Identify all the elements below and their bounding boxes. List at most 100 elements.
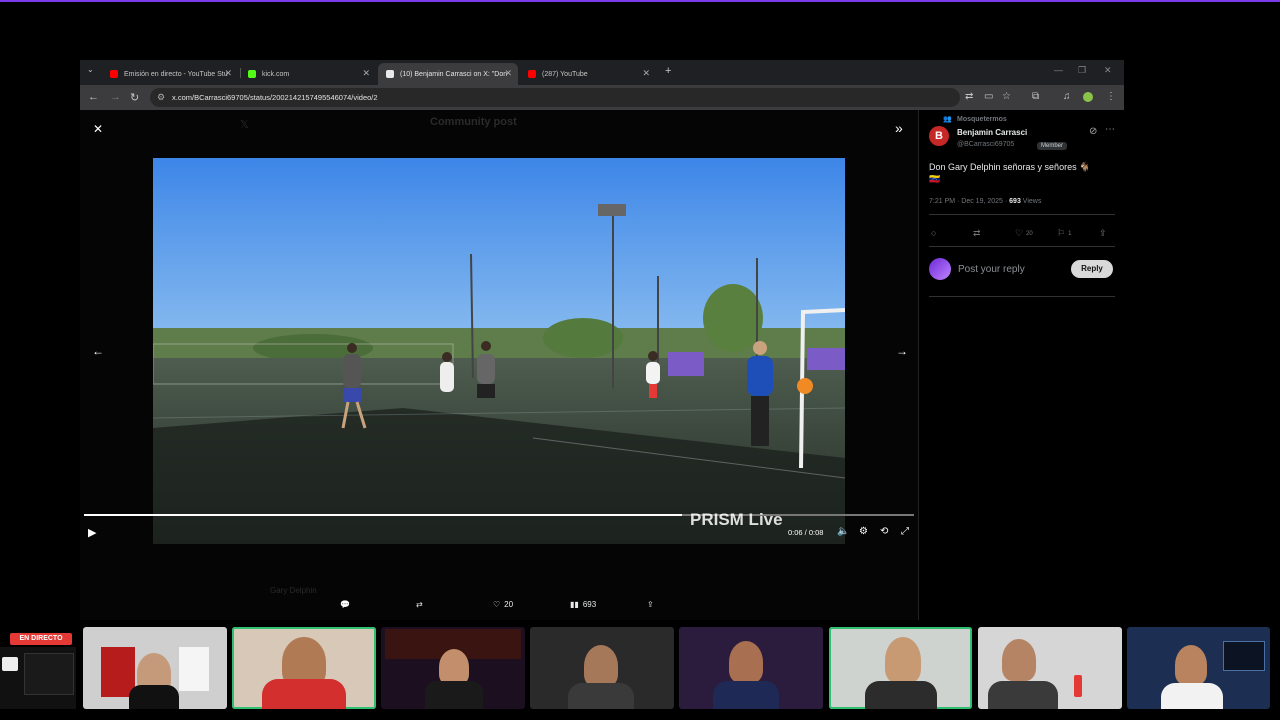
stream-preview-thumbnail [0,647,76,709]
volume-icon[interactable]: 🔈 [837,526,849,537]
close-icon[interactable]: ✕ [504,68,512,79]
share-action[interactable]: ⇪ [647,600,654,609]
ghost-commenter: Gary Delphin [270,586,317,595]
webcam-tile [978,627,1122,709]
tab-title: (287) YouTube [542,70,588,78]
community-icon: 👥 [943,116,952,123]
more-icon[interactable]: ⋯ [1105,124,1115,135]
like-action[interactable]: ♡ 20 [493,600,513,609]
tab-search-icon[interactable]: ⌄ [87,65,94,74]
new-tab-button[interactable]: + [665,65,671,77]
tab-title: Emisión en directo - YouTube Stu [124,70,228,78]
profile-avatar-icon[interactable] [1083,92,1093,102]
bookmark-star-icon[interactable]: ☆ [1002,91,1011,102]
extensions-icon[interactable]: ⧉ [1032,91,1039,102]
views-count: 693 [1009,198,1021,205]
views-label: Views [1020,198,1042,205]
tab-x-post[interactable]: (10) Benjamin Carrasci on X: "Don ✕ [378,63,518,85]
view-count: 693 [582,600,597,609]
share-button[interactable]: ⇪ [1099,228,1107,239]
heart-icon: ♡ [493,600,501,609]
repost-action[interactable]: ⇄ [416,600,423,609]
divider [929,296,1115,297]
author-handle[interactable]: @BCarrasci69705 [957,141,1014,148]
expand-panel-button[interactable]: » [895,120,903,136]
youtube-icon [110,70,118,78]
ghost-header: Community post [430,116,517,128]
share-icon: ⇪ [647,600,654,609]
like-button[interactable]: ♡ 20 [1015,228,1033,239]
webcam-tile [1127,627,1270,709]
close-icon[interactable]: ✕ [224,68,232,79]
loop-icon[interactable]: ⟲ [880,526,888,537]
close-window-icon[interactable]: ✕ [1104,65,1112,76]
post-flag: 🇻🇪 [929,174,941,184]
reply-action[interactable]: 💬 [340,600,350,609]
views-action[interactable]: ▮▮ 693 [570,600,596,609]
video-progress-fill [84,514,682,516]
repost-icon: ⇄ [416,600,423,609]
media-icon[interactable]: ♫ [1063,91,1071,102]
translate-icon[interactable]: ⇄ [965,91,973,102]
tab-kick[interactable]: kick.com ✕ [240,63,376,85]
webcam-tile [381,627,525,709]
x-logo-icon [386,70,394,78]
url-field[interactable]: ⚙ x.com/BCarrasci69705/status/2002142157… [150,88,960,107]
like-count: 20 [1026,230,1033,237]
timestamp-text: 7:21 PM · Dec 19, 2025 · [929,198,1010,205]
fullscreen-icon[interactable]: ⤢ [901,526,909,537]
bookmark-icon: ⚐ [1057,228,1066,238]
menu-icon[interactable]: ⋮ [1106,91,1116,102]
prism-live-watermark: PRISM Live [690,510,783,529]
post-side-panel: 👥 Mosquetermos B Benjamin Carrasci @BCar… [918,110,1125,620]
minimize-icon[interactable]: — [1054,65,1063,75]
maximize-icon[interactable]: ❐ [1078,65,1086,76]
divider [929,214,1115,215]
tab-youtube[interactable]: (287) YouTube ✕ [520,63,656,85]
reply-icon: 💬 [340,600,350,609]
tab-youtube-studio[interactable]: Emisión en directo - YouTube Stu ✕ [102,63,238,85]
close-icon[interactable]: ✕ [642,68,650,79]
cast-icon[interactable]: ▭ [984,91,993,102]
reply-input[interactable]: Post your reply [958,264,1025,275]
webcam-tile [530,627,674,709]
webcam-tile [83,627,227,709]
bookmark-button[interactable]: ⚐ 1 [1057,228,1071,239]
user-avatar [929,258,951,280]
close-icon[interactable]: ✕ [362,68,370,79]
reply-button[interactable]: ○ [931,228,936,238]
close-viewer-button[interactable]: ✕ [93,122,103,136]
webcam-tile [829,627,972,709]
heart-icon: ♡ [1015,228,1024,238]
video-time: 0:06 / 0:08 [788,528,824,537]
like-count: 20 [504,600,514,609]
divider [929,246,1115,247]
repost-icon: ⇄ [973,228,981,238]
play-button[interactable]: ▶ [88,526,96,539]
views-icon: ▮▮ [570,600,579,609]
video-player[interactable] [153,158,845,544]
member-badge: Member [1037,142,1068,150]
video-progress-bar[interactable] [84,514,914,516]
author-name[interactable]: Benjamin Carrasci [957,128,1027,137]
back-icon[interactable]: ← [88,91,99,103]
prev-media-button[interactable]: ← [92,344,104,358]
media-viewer: 𝕏 Community post Gary Delphin ✕ » ← → PR… [80,110,918,620]
bookmark-count: 1 [1068,230,1072,237]
post-text: Don Gary Delphin señoras y señores 🐐 [929,162,1091,172]
youtube-icon [528,70,536,78]
tab-title: kick.com [262,70,290,78]
author-avatar[interactable]: B [929,126,949,146]
kick-icon [248,70,256,78]
forward-icon[interactable]: → [110,91,121,103]
community-name[interactable]: Mosquetermos [957,116,1007,123]
repost-button[interactable]: ⇄ [973,228,981,239]
url-text: x.com/BCarrasci69705/status/200214215749… [172,93,378,102]
site-info-icon[interactable]: ⚙ [157,92,165,103]
settings-icon[interactable]: ⚙ [859,526,868,537]
post-timestamp: 7:21 PM · Dec 19, 2025 · 693 Views [929,198,1041,205]
reply-submit-button[interactable]: Reply [1071,260,1113,278]
grok-icon[interactable]: ⊘ [1089,126,1097,137]
next-media-button[interactable]: → [896,344,908,358]
reload-icon[interactable]: ↻ [130,91,139,104]
